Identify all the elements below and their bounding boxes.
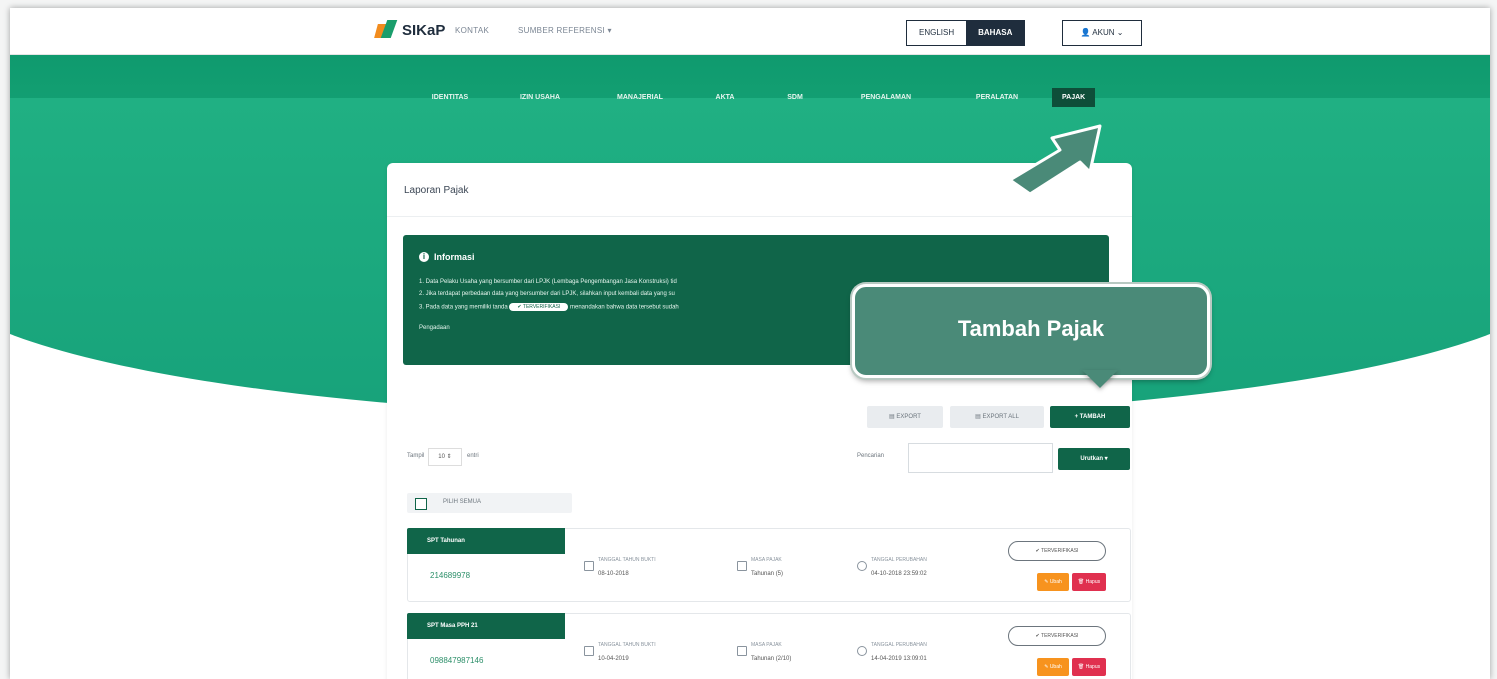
tab-akta[interactable]: AKTA <box>690 88 760 107</box>
tab-sdm[interactable]: SDM <box>760 88 830 107</box>
info-line-2: 2. Jika terdapat perbedaan data yang ber… <box>419 291 675 297</box>
nav-sumber-referensi[interactable]: SUMBER REFERENSI ▾ <box>518 26 612 35</box>
field-tanggal-bukti: TANGGAL TAHUN BUKTI 08-10-2018 <box>584 557 656 577</box>
top-navbar: SIKaP KONTAK SUMBER REFERENSI ▾ ENGLISH … <box>10 8 1490 55</box>
language-switch: ENGLISH BAHASA <box>906 20 1026 46</box>
pointer-arrow-icon <box>1008 124 1102 196</box>
field-masa-pajak: MASA PAJAK Tahunan (2/10) <box>737 642 791 662</box>
verified-pill: ✔ TERVERIFIKASI <box>509 303 569 311</box>
search-label: Pencarian <box>857 453 885 459</box>
calendar-icon <box>737 646 747 656</box>
calendar-icon <box>737 561 747 571</box>
edit-button[interactable]: ✎ Ubah <box>1037 658 1069 676</box>
account-menu[interactable]: 👤 AKUN ⌄ <box>1062 20 1142 46</box>
callout-tail <box>1082 370 1118 388</box>
info-line-3: 3. Pada data yang memiliki tanda ✔ TERVE… <box>419 303 679 311</box>
verified-badge: ✔ TERVERIFIKASI <box>1008 626 1106 646</box>
sort-button[interactable]: Urutkan ▾ <box>1058 448 1130 470</box>
divider <box>387 216 1132 217</box>
show-label: Tampil <box>407 453 425 459</box>
tab-pengalaman[interactable]: PENGALAMAN <box>830 88 942 107</box>
clock-icon <box>857 646 867 656</box>
tax-card: SPT Masa PPH 21 098847987146 TANGGAL TAH… <box>407 613 1131 679</box>
tab-peralatan[interactable]: PERALATAN <box>942 88 1052 107</box>
select-all-row[interactable]: PILIH SEMUA <box>407 493 572 513</box>
entries-label: entri <box>467 453 479 459</box>
field-masa-pajak: MASA PAJAK Tahunan (5) <box>737 557 783 577</box>
card-number: 214689978 <box>430 571 471 580</box>
delete-button[interactable]: 🗑 Hapus <box>1072 658 1106 676</box>
info-line-1: 1. Data Pelaku Usaha yang bersumber dari… <box>419 279 677 285</box>
profile-tabs: IDENTITAS IZIN USAHA MANAJERIAL AKTA SDM… <box>410 88 1096 107</box>
export-all-button[interactable]: ▤ EXPORT ALL <box>950 406 1044 428</box>
info-heading: i Informasi <box>419 252 475 262</box>
field-tanggal-perubahan: TANGGAL PERUBAHAN 14-04-2019 13:09:01 <box>857 642 927 662</box>
browser-frame: SIKaP KONTAK SUMBER REFERENSI ▾ ENGLISH … <box>10 8 1490 679</box>
tab-identitas[interactable]: IDENTITAS <box>410 88 490 107</box>
tab-izin-usaha[interactable]: IZIN USAHA <box>490 88 590 107</box>
logo-icon <box>374 20 398 40</box>
account-label: AKUN <box>1092 28 1115 37</box>
logo[interactable]: SIKaP <box>374 20 446 40</box>
search-input[interactable] <box>908 443 1053 473</box>
tax-card: SPT Tahunan 214689978 TANGGAL TAHUN BUKT… <box>407 528 1131 602</box>
edit-button[interactable]: ✎ Ubah <box>1037 573 1069 591</box>
user-icon: 👤 <box>1080 28 1091 37</box>
page-size-select[interactable]: 10 ⇕ <box>428 448 462 466</box>
lang-english[interactable]: ENGLISH <box>907 21 966 45</box>
tax-report-panel: Laporan Pajak i Informasi 1. Data Pelaku… <box>387 163 1132 679</box>
callout-tambah-pajak: Tambah Pajak <box>852 284 1210 378</box>
card-title: SPT Masa PPH 21 <box>407 613 565 639</box>
clock-icon <box>857 561 867 571</box>
tab-pajak[interactable]: PAJAK <box>1052 88 1096 107</box>
info-icon: i <box>419 252 429 262</box>
chevron-down-icon: ⌄ <box>1116 28 1124 37</box>
export-button[interactable]: ▤ EXPORT <box>867 406 943 428</box>
select-all-checkbox[interactable] <box>415 498 427 510</box>
panel-title: Laporan Pajak <box>404 185 469 196</box>
select-all-label: PILIH SEMUA <box>443 499 482 505</box>
info-line-4: Pengadaan <box>419 325 450 331</box>
calendar-icon <box>584 646 594 656</box>
logo-text: SIKaP <box>402 21 446 39</box>
tab-manajerial[interactable]: MANAJERIAL <box>590 88 690 107</box>
field-tanggal-perubahan: TANGGAL PERUBAHAN 04-10-2018 23:59:02 <box>857 557 927 577</box>
calendar-icon <box>584 561 594 571</box>
card-number: 098847987146 <box>430 656 484 665</box>
tambah-button[interactable]: + TAMBAH <box>1050 406 1130 428</box>
delete-button[interactable]: 🗑 Hapus <box>1072 573 1106 591</box>
field-tanggal-bukti: TANGGAL TAHUN BUKTI 10-04-2019 <box>584 642 656 662</box>
lang-bahasa[interactable]: BAHASA <box>966 21 1025 45</box>
verified-badge: ✔ TERVERIFIKASI <box>1008 541 1106 561</box>
card-title: SPT Tahunan <box>407 528 565 554</box>
nav-kontak[interactable]: KONTAK <box>455 26 489 35</box>
